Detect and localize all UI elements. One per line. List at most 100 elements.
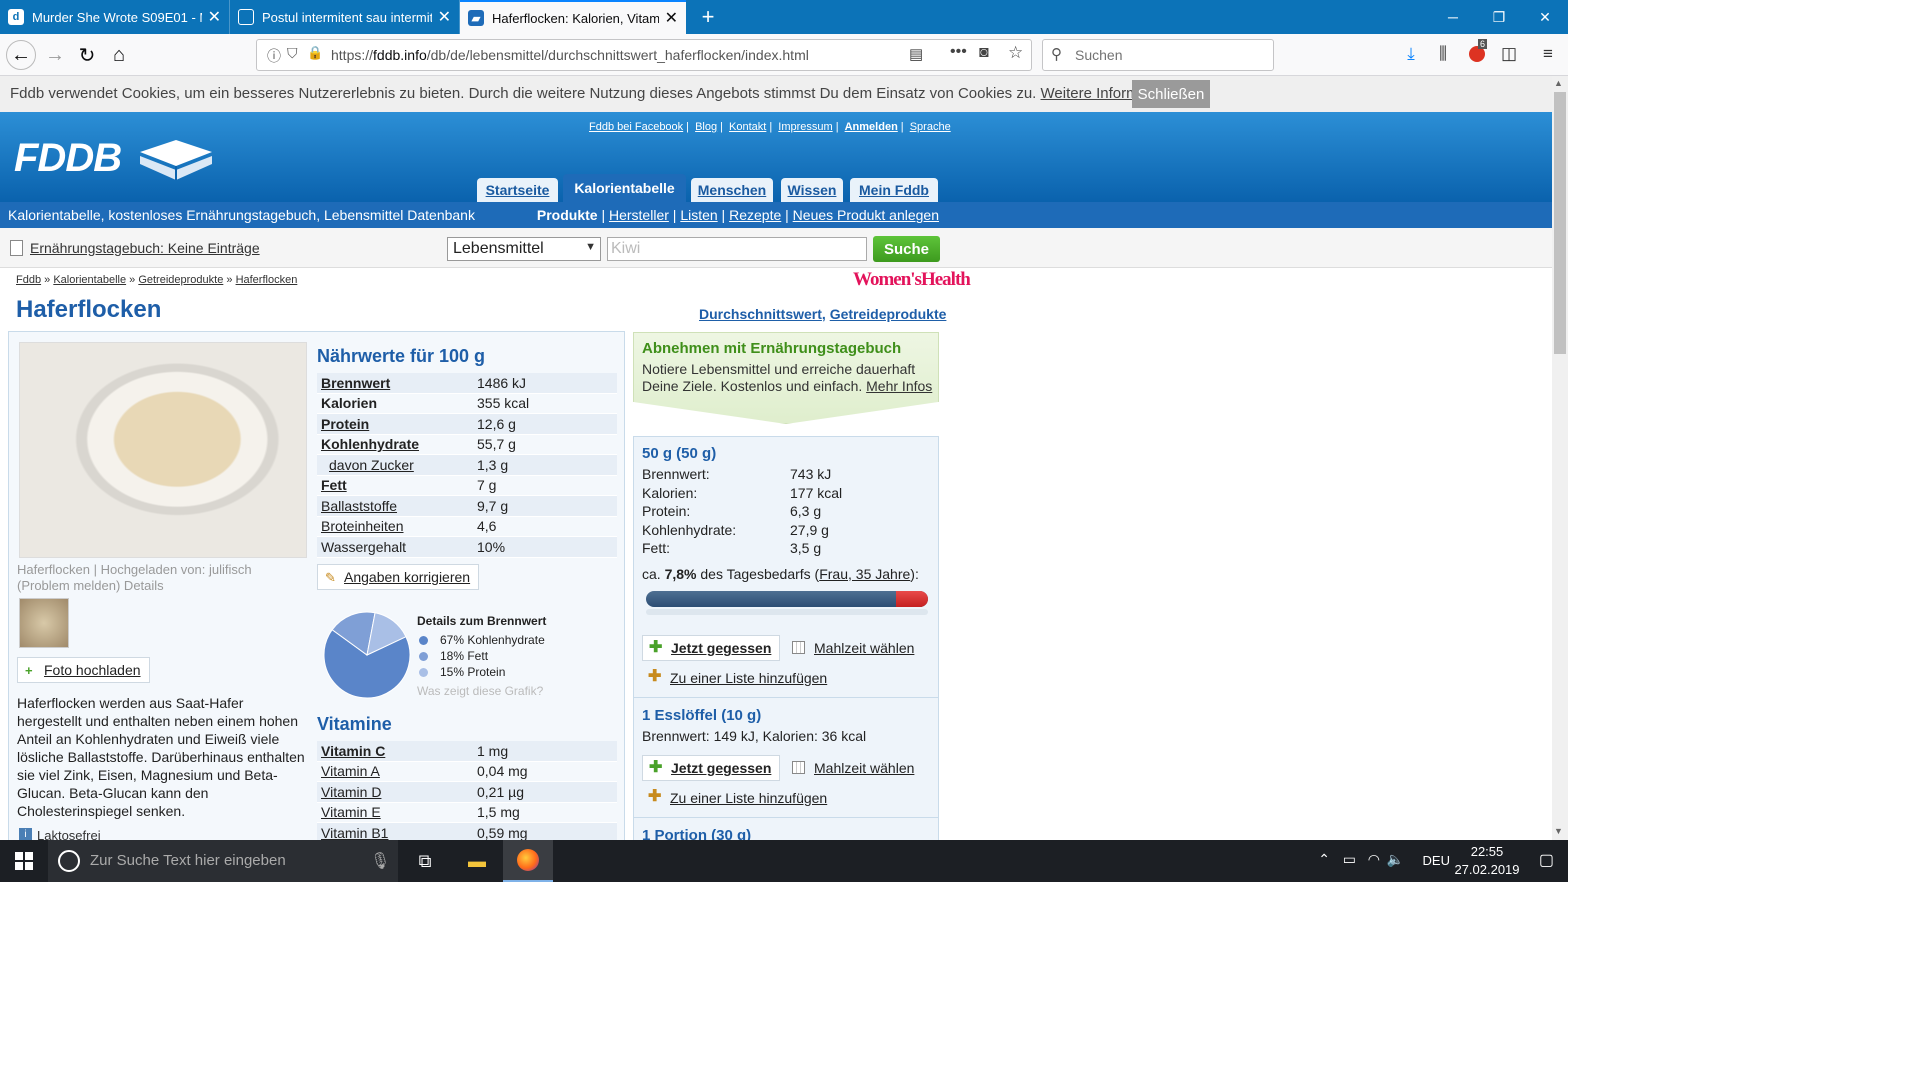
nutrient-name[interactable]: Fett: [317, 477, 477, 493]
volume-icon[interactable]: 🔈: [1387, 851, 1404, 868]
subnav-hersteller[interactable]: Hersteller: [609, 207, 669, 223]
tab-mein-fddb[interactable]: Mein Fddb: [850, 178, 938, 202]
scroll-up-icon[interactable]: ▲: [1554, 78, 1563, 88]
facebook-link[interactable]: Fddb bei Facebook: [589, 121, 683, 133]
add-to-list-link[interactable]: ✚ Zu einer Liste hinzufügen: [642, 665, 827, 691]
file-explorer-icon[interactable]: ▬: [452, 840, 502, 882]
photo-thumbnail[interactable]: [19, 598, 69, 648]
womens-health-logo[interactable]: Women'sHealth: [853, 269, 971, 291]
nutrient-name[interactable]: Brennwert: [317, 375, 477, 391]
subnav-rezepte[interactable]: Rezepte: [729, 207, 781, 223]
chart-help-link[interactable]: Was zeigt diese Grafik?: [417, 684, 546, 698]
nutrient-name[interactable]: Vitamin A: [317, 763, 477, 779]
minimize-button[interactable]: ─: [1430, 0, 1476, 34]
tab-murder-she-wrote[interactable]: d Murder She Wrote S09E01 - Mur ✕: [0, 0, 230, 34]
food-search-input[interactable]: Kiwi: [607, 237, 867, 261]
close-window-button[interactable]: ✕: [1522, 0, 1568, 34]
fddb-logo[interactable]: FDDB: [14, 136, 212, 181]
tab-postul-intermitent[interactable]: Postul intermitent sau intermitt ✕: [230, 0, 460, 34]
browser-search-field[interactable]: ⚲ Suchen: [1042, 39, 1274, 71]
search-button[interactable]: Suche: [873, 236, 940, 262]
clock-time[interactable]: 22:55: [1452, 844, 1522, 859]
tracking-shield-icon[interactable]: ⛉: [287, 45, 298, 62]
tab-menschen[interactable]: Menschen: [691, 178, 773, 202]
nutrient-name[interactable]: Vitamin D: [317, 784, 477, 800]
crumb-getreideprodukte[interactable]: Getreideprodukte: [138, 274, 223, 286]
url-text[interactable]: https://fddb.info/db/de/lebensmittel/dur…: [331, 47, 809, 63]
cat-durchschnittswert-link[interactable]: Durchschnittswert: [699, 306, 822, 322]
daily-profile-link[interactable]: Frau, 35 Jahre: [819, 566, 910, 582]
nutrient-name[interactable]: davon Zucker: [317, 457, 477, 473]
upload-photo-button[interactable]: + Foto hochladen: [17, 657, 150, 683]
nutrient-name[interactable]: Broteinheiten: [317, 518, 477, 534]
task-view-icon[interactable]: ⧉: [400, 840, 450, 882]
cookie-close-button[interactable]: Schließen: [1132, 80, 1210, 108]
page-actions-icon[interactable]: •••: [950, 43, 967, 61]
nutrient-name[interactable]: Vitamin C: [317, 743, 477, 759]
choose-meal-link[interactable]: Mahlzeit wählen: [786, 635, 914, 661]
close-tab-icon[interactable]: ✕: [665, 8, 678, 28]
nutrient-name[interactable]: Vitamin B1: [317, 825, 477, 841]
tab-wissen[interactable]: Wissen: [781, 178, 843, 202]
back-button[interactable]: ←: [6, 40, 36, 70]
diary-link[interactable]: Ernährungstagebuch: Keine Einträge: [10, 240, 260, 256]
microphone-icon[interactable]: 🎙: [370, 851, 390, 871]
reload-button[interactable]: ↻: [72, 40, 102, 70]
firefox-taskbar-icon[interactable]: [503, 840, 553, 882]
tab-haferflocken[interactable]: ▰ Haferflocken: Kalorien, Vitamin ✕: [460, 0, 686, 34]
forward-button[interactable]: →: [40, 40, 70, 70]
close-tab-icon[interactable]: ✕: [208, 7, 221, 27]
product-photo[interactable]: [19, 342, 307, 558]
new-tab-button[interactable]: +: [696, 4, 720, 30]
contact-link[interactable]: Kontakt: [729, 121, 766, 133]
sidebar-icon[interactable]: ◫: [1498, 43, 1520, 65]
adblock-icon[interactable]: 6: [1466, 39, 1488, 65]
scrollbar-thumb[interactable]: [1554, 92, 1566, 354]
bookmark-star-icon[interactable]: ☆: [1008, 43, 1023, 63]
windows-start-icon[interactable]: [0, 840, 48, 882]
scroll-down-icon[interactable]: ▼: [1554, 826, 1563, 836]
crumb-fddb[interactable]: Fddb: [16, 274, 41, 286]
home-button[interactable]: ⌂: [104, 40, 134, 70]
eaten-now-button-2[interactable]: ✚ Jetzt gegessen: [642, 755, 781, 781]
imprint-link[interactable]: Impressum: [778, 121, 832, 133]
nutrient-name[interactable]: Ballaststoffe: [317, 498, 477, 514]
url-bar[interactable]: ⓘ ⛉ 🔒 https://fddb.info/db/de/lebensmitt…: [256, 39, 1032, 71]
crumb-haferflocken[interactable]: Haferflocken: [236, 274, 298, 286]
subnav-produkte[interactable]: Produkte: [537, 207, 598, 223]
nutrient-name[interactable]: Protein: [317, 416, 477, 432]
clock-date[interactable]: 27.02.2019: [1452, 862, 1522, 877]
login-link[interactable]: Anmelden: [845, 121, 898, 133]
close-tab-icon[interactable]: ✕: [438, 7, 451, 27]
lock-icon[interactable]: 🔒: [307, 45, 323, 61]
pocket-icon[interactable]: ◙: [979, 44, 989, 62]
library-icon[interactable]: ⫼: [1432, 43, 1454, 65]
language-indicator[interactable]: DEU: [1423, 853, 1450, 868]
battery-icon[interactable]: ▭: [1343, 851, 1356, 868]
downloads-icon[interactable]: ⤓: [1400, 43, 1422, 65]
nutrient-name[interactable]: Kohlenhydrate: [317, 436, 477, 452]
subnav-new-product[interactable]: Neues Produkt anlegen: [793, 207, 939, 223]
menu-hamburger-icon[interactable]: ≡: [1537, 43, 1559, 65]
notifications-icon[interactable]: ▢: [1539, 850, 1554, 870]
tab-startseite[interactable]: Startseite: [477, 178, 558, 202]
taskbar-search[interactable]: Zur Suche Text hier eingeben 🎙: [48, 840, 398, 882]
eaten-now-button[interactable]: ✚ Jetzt gegessen: [642, 635, 781, 661]
subnav-listen[interactable]: Listen: [680, 207, 717, 223]
correct-data-button[interactable]: ✎ Angaben korrigieren: [317, 564, 480, 590]
cat-getreideprodukte-link[interactable]: Getreideprodukte: [830, 306, 947, 322]
tray-chevron-icon[interactable]: ⌃: [1318, 851, 1330, 868]
wifi-icon[interactable]: ◠: [1368, 851, 1380, 868]
add-to-list-link-2[interactable]: ✚ Zu einer Liste hinzufügen: [642, 785, 827, 811]
language-link[interactable]: Sprache: [910, 121, 951, 133]
reader-view-icon[interactable]: ▤: [909, 45, 923, 63]
info-icon[interactable]: ⓘ: [267, 46, 281, 66]
nutrient-name[interactable]: Vitamin E: [317, 804, 477, 820]
tab-kalorientabelle[interactable]: Kalorientabelle: [563, 174, 686, 202]
crumb-kalorientabelle[interactable]: Kalorientabelle: [53, 274, 126, 286]
blog-link[interactable]: Blog: [695, 121, 717, 133]
choose-meal-link-2[interactable]: Mahlzeit wählen: [786, 755, 914, 781]
category-select[interactable]: Lebensmittel ▼: [447, 237, 601, 261]
restore-button[interactable]: ❐: [1476, 0, 1522, 34]
more-info-link[interactable]: Mehr Infos: [866, 378, 932, 394]
